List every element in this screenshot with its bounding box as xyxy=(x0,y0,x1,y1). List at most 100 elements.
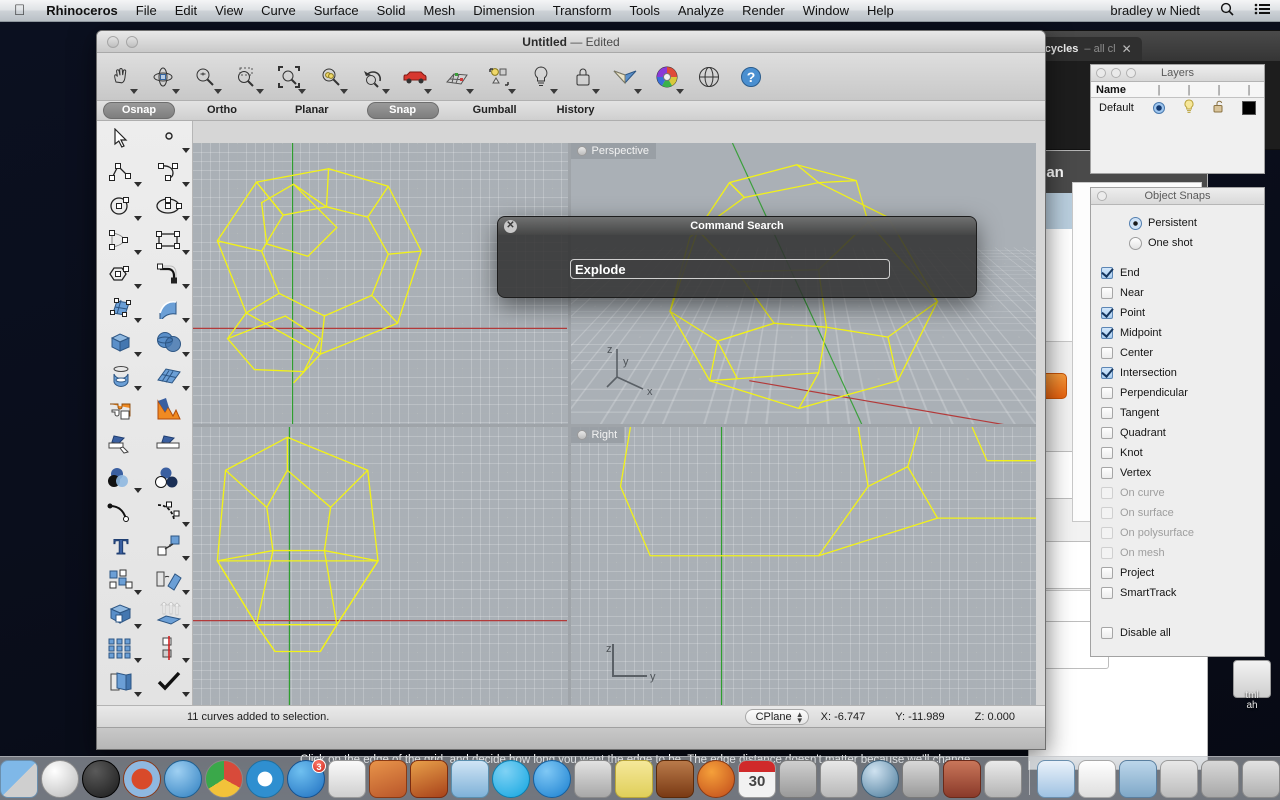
chevron-down-icon[interactable] xyxy=(256,88,264,94)
toggle-ortho[interactable]: Ortho xyxy=(197,103,247,118)
toggle-planar[interactable]: Planar xyxy=(285,103,339,118)
rotate-view-icon[interactable] xyxy=(143,56,183,98)
word-icon[interactable] xyxy=(820,760,858,798)
command-search-titlebar[interactable]: ✕ Command Search xyxy=(498,217,976,235)
command-search-dialog[interactable]: ✕ Command Search xyxy=(497,216,977,298)
cplane-selector[interactable]: CPlane ▲ ▼ xyxy=(744,708,809,725)
document-icon[interactable] xyxy=(1078,760,1116,798)
material-icon[interactable] xyxy=(605,56,645,98)
messages-icon[interactable] xyxy=(533,760,571,798)
time-machine-icon[interactable] xyxy=(861,760,899,798)
array-grid-icon[interactable] xyxy=(97,631,145,665)
desktop-icon[interactable]: tml xyxy=(1224,690,1280,701)
toggle-osnap[interactable]: Osnap xyxy=(103,102,175,119)
light-bulb-icon[interactable] xyxy=(1174,98,1204,118)
checkbox-indicator[interactable] xyxy=(1101,587,1113,599)
help-icon[interactable]: ? xyxy=(731,56,771,98)
skype-icon[interactable] xyxy=(492,760,530,798)
lock-icon[interactable] xyxy=(563,56,603,98)
checkbox-indicator[interactable] xyxy=(1101,347,1113,359)
object-snaps-titlebar[interactable]: Object Snaps xyxy=(1091,188,1264,205)
solid-tools-icon[interactable] xyxy=(97,597,145,631)
illustrator-icon[interactable] xyxy=(410,760,448,798)
radio-one-shot[interactable]: One shot xyxy=(1091,233,1264,253)
menu-item-view[interactable]: View xyxy=(206,0,252,22)
light-bulb-icon[interactable] xyxy=(521,56,561,98)
bag-icon[interactable] xyxy=(943,760,981,798)
stacks-icon[interactable] xyxy=(1201,760,1239,798)
viewport-right[interactable]: Right zy xyxy=(570,426,1036,707)
stickies-icon[interactable] xyxy=(615,760,653,798)
hand-pan-icon[interactable] xyxy=(101,56,141,98)
list-icon[interactable] xyxy=(1244,2,1280,19)
apple-logo-icon[interactable]:  xyxy=(0,3,37,18)
main-toolbar[interactable]: ? xyxy=(97,53,1045,101)
undo-view-icon[interactable] xyxy=(353,56,393,98)
utilities-icon[interactable] xyxy=(451,760,489,798)
checkbox-near[interactable]: Near xyxy=(1091,283,1264,303)
checkbox-end[interactable]: End xyxy=(1091,263,1264,283)
checkbox-intersection[interactable]: Intersection xyxy=(1091,363,1264,383)
firefox-icon[interactable] xyxy=(697,760,735,798)
check-icon[interactable] xyxy=(145,665,193,699)
box-icon[interactable] xyxy=(97,325,145,359)
text-tool-icon[interactable]: T xyxy=(97,529,145,563)
modes-toolbar[interactable]: Osnap Ortho Planar Snap Gumball History xyxy=(97,101,1045,121)
mirror-icon[interactable] xyxy=(145,631,193,665)
chevron-down-icon[interactable] xyxy=(214,88,222,94)
ellipse-icon[interactable] xyxy=(145,189,193,223)
checkbox-perpendicular[interactable]: Perpendicular xyxy=(1091,383,1264,403)
rotate-object-icon[interactable] xyxy=(145,563,193,597)
curve-interpolate-icon[interactable] xyxy=(97,223,145,257)
table-row[interactable]: Default xyxy=(1091,98,1264,118)
checkbox-tangent[interactable]: Tangent xyxy=(1091,403,1264,423)
rectangle-icon[interactable] xyxy=(145,223,193,257)
zoom-in-out-icon[interactable] xyxy=(185,56,225,98)
dashboard-icon[interactable] xyxy=(82,760,120,798)
chevron-down-icon[interactable] xyxy=(592,88,600,94)
checkbox-indicator[interactable] xyxy=(1101,407,1113,419)
close-icon[interactable]: ✕ xyxy=(1122,42,1132,56)
object-snaps-panel[interactable]: Object Snaps Persistent One shot End Nea… xyxy=(1090,187,1265,657)
menu-item-analyze[interactable]: Analyze xyxy=(669,0,733,22)
menu-item-help[interactable]: Help xyxy=(858,0,903,22)
checkbox-project[interactable]: Project xyxy=(1091,563,1264,583)
blend-curve-icon[interactable] xyxy=(145,495,193,529)
menu-item-file[interactable]: File xyxy=(127,0,166,22)
arc-icon[interactable] xyxy=(145,155,193,189)
checkbox-indicator[interactable] xyxy=(1101,467,1113,479)
toggle-snap[interactable]: Snap xyxy=(366,102,439,119)
zoom-selected-icon[interactable] xyxy=(311,56,351,98)
desktop-icon[interactable]: ah xyxy=(1224,660,1280,711)
menu-item-dimension[interactable]: Dimension xyxy=(464,0,543,22)
checkbox-indicator[interactable] xyxy=(1101,567,1113,579)
copy-layer-icon[interactable] xyxy=(97,665,145,699)
finder-icon[interactable] xyxy=(0,760,38,798)
viewport-label-perspective[interactable]: Perspective xyxy=(570,143,656,159)
checkbox-indicator[interactable] xyxy=(1101,327,1113,339)
render-globe-icon[interactable] xyxy=(689,56,729,98)
surface-grid-icon[interactable] xyxy=(145,359,193,393)
launchpad-icon[interactable] xyxy=(41,760,79,798)
trash-icon[interactable] xyxy=(1242,760,1280,798)
fillet-curve-icon[interactable] xyxy=(145,257,193,291)
downloads-icon[interactable] xyxy=(1160,760,1198,798)
group-icon[interactable] xyxy=(97,563,145,597)
offset-curve-icon[interactable] xyxy=(97,495,145,529)
checkbox-indicator[interactable] xyxy=(1101,287,1113,299)
menu-item-solid[interactable]: Solid xyxy=(368,0,415,22)
sphere-boolean-icon[interactable] xyxy=(145,325,193,359)
menu-item-curve[interactable]: Curve xyxy=(252,0,305,22)
checkbox-indicator[interactable] xyxy=(1101,307,1113,319)
surface-from-curves-icon[interactable] xyxy=(97,291,145,325)
keynote-icon[interactable] xyxy=(902,760,940,798)
unlocked-padlock-icon[interactable] xyxy=(1204,99,1234,117)
menu-item-tools[interactable]: Tools xyxy=(620,0,668,22)
split-icon[interactable] xyxy=(145,427,193,461)
photos-icon[interactable] xyxy=(656,760,694,798)
radio-indicator[interactable] xyxy=(1129,216,1142,230)
tool-palette[interactable]: T xyxy=(97,121,193,749)
window-titlebar[interactable]: Untitled — Edited xyxy=(97,31,1045,53)
calendar-icon[interactable]: 30 xyxy=(738,760,776,798)
checkbox-point[interactable]: Point xyxy=(1091,303,1264,323)
